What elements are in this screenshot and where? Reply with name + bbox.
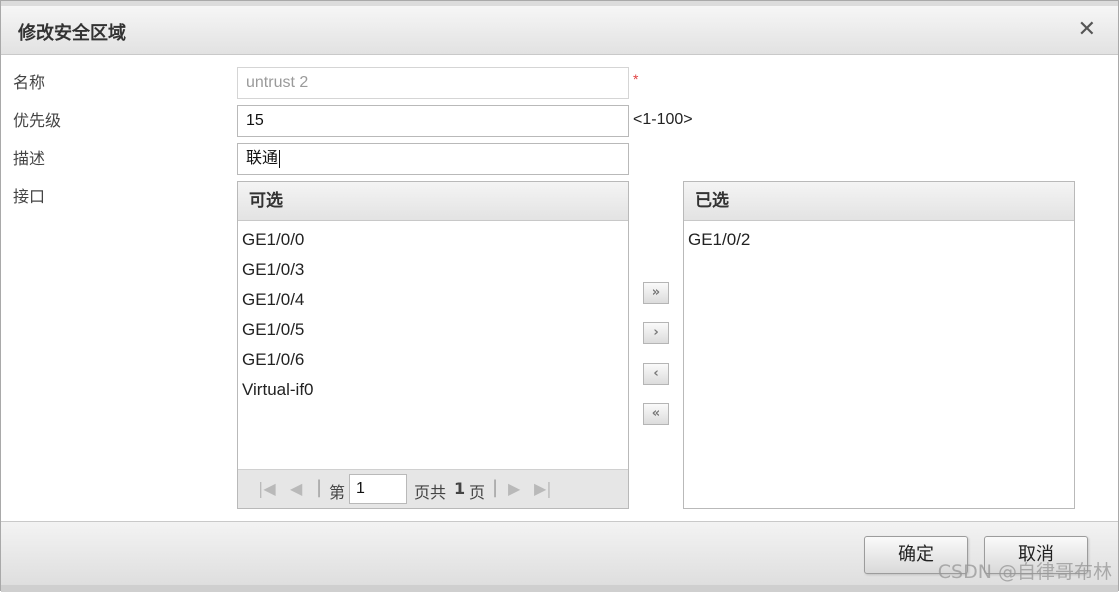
- name-label: 名称: [13, 73, 46, 92]
- description-label: 描述: [13, 149, 46, 168]
- close-icon[interactable]: ✕: [1078, 17, 1096, 42]
- priority-range-hint: <1-100>: [633, 111, 693, 128]
- pagination-bar: |◀ ◀ | 第 1 页共 1 页 | ▶ ▶|: [238, 469, 628, 508]
- text-cursor: [279, 149, 281, 168]
- list-item[interactable]: GE1/0/0: [242, 225, 628, 255]
- selected-interfaces-panel: 已选 GE1/0/2: [683, 181, 1075, 509]
- first-page-icon[interactable]: |◀: [258, 479, 276, 498]
- required-mark: *: [633, 71, 639, 87]
- list-item[interactable]: GE1/0/3: [242, 255, 628, 285]
- pager-divider: |: [316, 477, 323, 498]
- prev-page-icon[interactable]: ◀: [290, 479, 302, 498]
- add-button[interactable]: ›: [643, 322, 669, 344]
- selected-list: GE1/0/2: [684, 221, 1074, 255]
- list-item[interactable]: GE1/0/2: [688, 225, 1074, 255]
- list-item[interactable]: GE1/0/5: [242, 315, 628, 345]
- add-all-button[interactable]: »: [643, 282, 669, 304]
- pager-middle: 页共: [414, 483, 447, 502]
- dialog-title: 修改安全区域: [18, 23, 126, 44]
- available-list: GE1/0/0 GE1/0/3 GE1/0/4 GE1/0/5 GE1/0/6 …: [238, 221, 628, 405]
- priority-field[interactable]: 15: [237, 105, 629, 137]
- watermark: CSDN @自律哥布林: [937, 561, 1112, 583]
- description-value: 联通: [246, 150, 279, 167]
- interface-label: 接口: [13, 187, 46, 206]
- last-page-icon[interactable]: ▶|: [534, 479, 552, 498]
- pager-suffix: 页: [469, 483, 486, 502]
- page-number-input[interactable]: 1: [349, 474, 407, 504]
- available-header: 可选: [238, 182, 628, 221]
- list-item[interactable]: GE1/0/6: [242, 345, 628, 375]
- list-item[interactable]: Virtual-if0: [242, 375, 628, 405]
- name-field: untrust 2: [237, 67, 629, 99]
- pager-divider: |: [492, 477, 499, 498]
- available-interfaces-panel: 可选 GE1/0/0 GE1/0/3 GE1/0/4 GE1/0/5 GE1/0…: [237, 181, 629, 509]
- description-field[interactable]: 联通: [237, 143, 629, 175]
- edit-security-zone-dialog: 修改安全区域 ✕ 名称 untrust 2 * 优先级 15 <1-100> 描…: [0, 0, 1119, 592]
- pager-prefix: 第: [329, 483, 346, 502]
- next-page-icon[interactable]: ▶: [508, 479, 520, 498]
- remove-button[interactable]: ‹: [643, 363, 669, 385]
- selected-header: 已选: [684, 182, 1074, 221]
- remove-all-button[interactable]: «: [643, 403, 669, 425]
- total-pages: 1: [454, 479, 466, 498]
- priority-label: 优先级: [13, 111, 62, 130]
- list-item[interactable]: GE1/0/4: [242, 285, 628, 315]
- dialog-titlebar: 修改安全区域 ✕: [1, 6, 1118, 55]
